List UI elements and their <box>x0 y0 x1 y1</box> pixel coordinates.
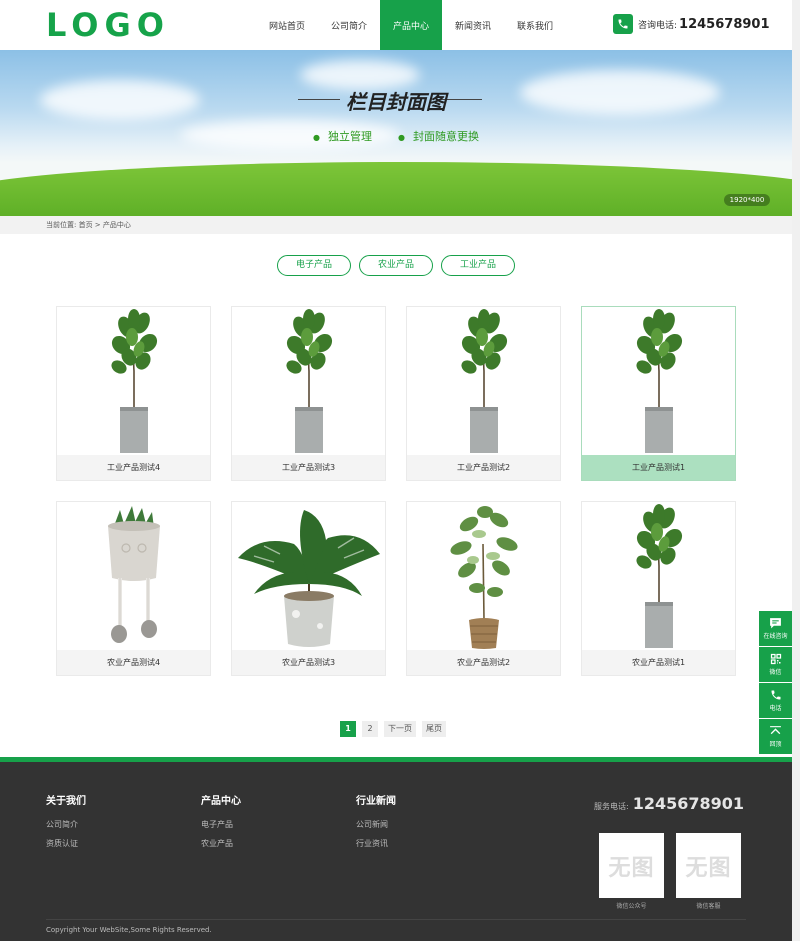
site-footer: 关于我们 公司简介 资质认证 产品中心 电子产品 农业产品 行业新闻 公司新闻 … <box>0 757 792 941</box>
footer-link[interactable]: 行业资讯 <box>356 838 396 849</box>
footer-service-phone: 服务电话: 1245678901 <box>594 794 744 813</box>
footer-link[interactable]: 公司简介 <box>46 819 86 830</box>
product-name: 农业产品测试3 <box>232 650 385 675</box>
float-toolbar: 在线咨询 微信 电话 回顶 <box>759 611 792 755</box>
footer-news-title: 行业新闻 <box>356 796 396 807</box>
fiddle-leaf-fig-icon <box>407 307 560 455</box>
product-card[interactable]: 农业产品测试1 <box>581 501 736 676</box>
size-badge: 1920*400 <box>724 194 770 206</box>
product-card[interactable]: 工业产品测试3 <box>231 306 386 481</box>
category-industrial[interactable]: 工业产品 <box>441 255 515 276</box>
qr-placeholder: 无图 <box>685 855 732 881</box>
footer-link[interactable]: 公司新闻 <box>356 819 396 830</box>
product-card[interactable]: 工业产品测试1 <box>581 306 736 481</box>
header-phone: 咨询电话: 1245678901 <box>613 14 770 34</box>
pagination: 1 2 下一页 尾页 <box>340 721 446 737</box>
float-phone-label: 电话 <box>769 705 782 712</box>
footer-products: 产品中心 电子产品 农业产品 <box>201 792 241 857</box>
page-2[interactable]: 2 <box>362 721 378 737</box>
qr-caption: 微信客服 <box>696 903 721 910</box>
float-chat[interactable]: 在线咨询 <box>759 611 792 646</box>
scrollbar-track[interactable] <box>792 0 800 941</box>
phone-icon <box>613 14 633 34</box>
chat-icon <box>770 618 781 629</box>
product-card[interactable]: 工业产品测试2 <box>406 306 561 481</box>
footer-link[interactable]: 电子产品 <box>201 819 241 830</box>
fiddle-leaf-fig-icon <box>232 307 385 455</box>
footer-about-title: 关于我们 <box>46 796 86 807</box>
category-agriculture[interactable]: 农业产品 <box>359 255 433 276</box>
fiddle-leaf-fig-icon <box>582 502 735 650</box>
banner-title: 栏目封面图 <box>346 90 446 114</box>
category-tabs: 电子产品 农业产品 工业产品 <box>0 255 792 276</box>
main-nav: 网站首页 公司简介 产品中心 新闻资讯 联系我们 <box>256 0 566 50</box>
product-card[interactable]: 农业产品测试4 <box>56 501 211 676</box>
copyright: Copyright Your WebSite,Some Rights Reser… <box>46 926 212 934</box>
nav-about[interactable]: 公司简介 <box>318 0 380 50</box>
product-name: 农业产品测试4 <box>57 650 210 675</box>
phone-icon <box>771 690 780 700</box>
footer-news: 行业新闻 公司新闻 行业资讯 <box>356 792 396 857</box>
footer-products-title: 产品中心 <box>201 796 241 807</box>
nav-contact[interactable]: 联系我们 <box>504 0 566 50</box>
breadcrumb: 当前位置: 首页 > 产品中心 <box>0 216 792 234</box>
last-page-button[interactable]: 尾页 <box>422 721 446 737</box>
footer-divider <box>46 919 746 920</box>
monstera-icon <box>232 502 385 650</box>
product-name: 工业产品测试1 <box>582 455 735 480</box>
service-label: 服务电话: <box>594 802 629 811</box>
product-name: 工业产品测试4 <box>57 455 210 480</box>
page-1[interactable]: 1 <box>340 721 356 737</box>
float-wechat-label: 微信 <box>769 669 782 676</box>
nav-products[interactable]: 产品中心 <box>380 0 442 50</box>
phone-label: 咨询电话: <box>638 20 678 31</box>
footer-link[interactable]: 资质认证 <box>46 838 86 849</box>
product-name: 农业产品测试1 <box>582 650 735 675</box>
aralia-plant-icon <box>407 502 560 650</box>
product-name: 工业产品测试2 <box>407 455 560 480</box>
product-name: 农业产品测试2 <box>407 650 560 675</box>
fiddle-leaf-fig-icon <box>582 307 735 455</box>
product-name: 工业产品测试3 <box>232 455 385 480</box>
phone-number: 1245678901 <box>679 16 770 32</box>
banner-subtitles: 独立管理 封面随意更换 <box>0 128 792 144</box>
qrcode-wechat-service: 无图 <box>676 833 741 898</box>
footer-link[interactable]: 农业产品 <box>201 838 241 849</box>
float-wechat[interactable]: 微信 <box>759 647 792 682</box>
banner: 栏目封面图 独立管理 封面随意更换 1920*400 <box>0 50 792 216</box>
nav-news[interactable]: 新闻资讯 <box>442 0 504 50</box>
next-page-button[interactable]: 下一页 <box>384 721 416 737</box>
arrow-up-icon <box>770 726 781 735</box>
category-electronics[interactable]: 电子产品 <box>277 255 351 276</box>
nav-home[interactable]: 网站首页 <box>256 0 318 50</box>
banner-sub-2: 封面随意更换 <box>398 128 479 144</box>
qrcode-wechat-official: 无图 <box>599 833 664 898</box>
site-header: LOGO 网站首页 公司简介 产品中心 新闻资讯 联系我们 咨询电话: 1245… <box>0 0 792 50</box>
float-phone[interactable]: 电话 <box>759 683 792 718</box>
service-number: 1245678901 <box>632 794 745 813</box>
qr-caption: 微信公众号 <box>616 903 647 910</box>
qrcode-icon <box>770 653 781 665</box>
qr-placeholder: 无图 <box>608 855 655 881</box>
succulent-pot-icon <box>57 502 210 650</box>
product-card[interactable]: 农业产品测试3 <box>231 501 386 676</box>
float-top-label: 回顶 <box>769 741 782 748</box>
product-card[interactable]: 工业产品测试4 <box>56 306 211 481</box>
footer-about: 关于我们 公司简介 资质认证 <box>46 792 86 857</box>
float-back-to-top[interactable]: 回顶 <box>759 719 792 754</box>
banner-sub-1: 独立管理 <box>313 128 372 144</box>
product-grid: 工业产品测试4 工业产品测试3 工业产品测试2 工业产品测试1 农业产品测试4 … <box>56 306 736 676</box>
product-card[interactable]: 农业产品测试2 <box>406 501 561 676</box>
grass-hill <box>0 162 792 216</box>
fiddle-leaf-fig-icon <box>57 307 210 455</box>
logo[interactable]: LOGO <box>46 6 170 44</box>
float-chat-label: 在线咨询 <box>763 633 788 640</box>
